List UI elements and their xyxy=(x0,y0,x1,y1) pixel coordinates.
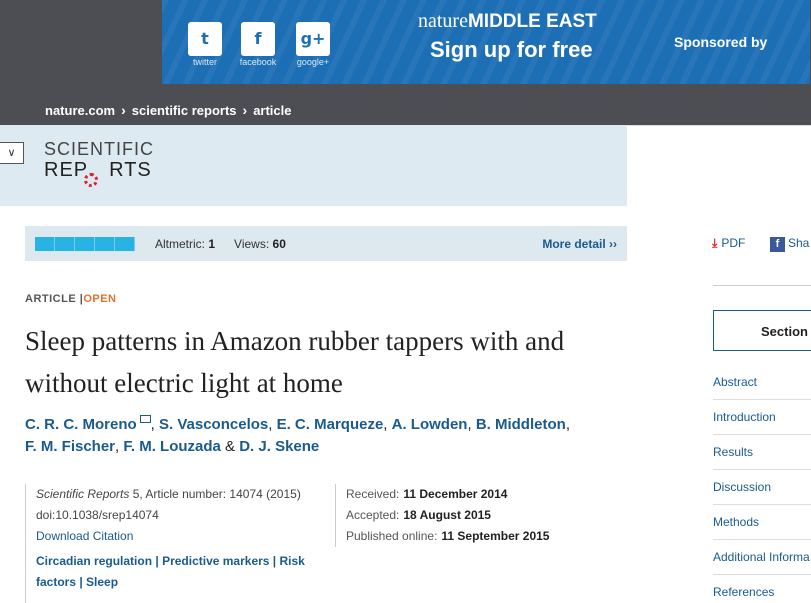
published-label: Published online: xyxy=(346,529,438,543)
share-facebook-link[interactable]: f Sha xyxy=(770,236,809,252)
ad-banner[interactable]: t twitter f facebook g+ google+ natureMI… xyxy=(162,0,810,84)
journal-logo-line1[interactable]: SCIENTIFIC xyxy=(44,139,154,160)
metrics-bar: Altmetric: 1 Views: 60 More detail ›› xyxy=(25,226,627,261)
section-link-discussion[interactable]: Discussion xyxy=(713,470,811,505)
gear-icon xyxy=(84,173,98,187)
ad-brand-logo: natureMIDDLE EAST xyxy=(418,10,597,33)
views-label: Views: xyxy=(234,236,270,251)
received-date: Received: 11 December 2014 xyxy=(346,484,625,505)
breadcrumb-separator: › xyxy=(242,102,248,118)
twitter-label: twitter xyxy=(192,57,217,67)
section-link-abstract[interactable]: Abstract xyxy=(713,365,811,400)
doi: doi:10.1038/srep14074 xyxy=(36,508,159,522)
sections-header: Section xyxy=(713,310,811,350)
ad-brand-region: MIDDLE EAST xyxy=(467,11,597,32)
facebook-icon[interactable]: f xyxy=(241,22,275,56)
open-access-badge: OPEN xyxy=(83,293,117,305)
article-dates: Received: 11 December 2014 Accepted: 18 Au… xyxy=(335,484,625,547)
section-link-references[interactable]: References xyxy=(713,575,811,603)
section-link-additional-information[interactable]: Additional Informa xyxy=(713,540,811,575)
journal-name: Scientific Reports xyxy=(36,487,130,501)
ad-signup-cta[interactable]: Sign up for free xyxy=(430,37,593,63)
author-link[interactable]: S. Vasconcelos xyxy=(159,416,268,433)
citation-info: Scientific Reports 5, Article number: 14… xyxy=(25,484,325,603)
altmetric-score: Altmetric: 1 xyxy=(155,237,215,251)
altmetric-badge-segment xyxy=(115,236,135,251)
author-link[interactable]: A. Lowden xyxy=(392,416,468,433)
article-type-label: ARTICLE |OPEN xyxy=(25,293,117,305)
google-plus-icon[interactable]: g+ xyxy=(296,22,330,56)
received-value: 11 December 2014 xyxy=(403,487,508,501)
altmetric-label: Altmetric: xyxy=(155,236,206,251)
pdf-download-link[interactable]: ⤓ PDF xyxy=(712,236,745,251)
sidebar-divider xyxy=(713,285,811,286)
facebook-icon: f xyxy=(770,237,785,252)
author-list: C. R. C. Moreno, S. Vasconcelos, E. C. M… xyxy=(25,415,570,455)
download-citation-link[interactable]: Download Citation xyxy=(36,526,325,547)
published-value: 11 September 2015 xyxy=(441,529,550,543)
pdf-icon: ⤓ xyxy=(712,236,718,250)
page: t twitter f facebook g+ google+ natureMI… xyxy=(0,0,811,603)
views-value: 60 xyxy=(272,236,286,251)
twitter-icon[interactable]: t xyxy=(188,22,222,56)
section-link-results[interactable]: Results xyxy=(713,435,811,470)
share-label: Sha xyxy=(788,236,810,250)
article-title: Sleep patterns in Amazon rubber tappers … xyxy=(25,326,565,398)
breadcrumb-article-link[interactable]: article xyxy=(253,103,291,118)
pdf-label: PDF xyxy=(721,236,746,250)
ad-sponsor-text: Sponsored by xyxy=(674,34,768,50)
published-date: Published online: 11 September 2015 xyxy=(346,526,625,547)
subject-tags: Circadian regulation | Predictive marker… xyxy=(36,554,305,589)
author-link[interactable]: F. M. Fischer xyxy=(25,438,115,455)
accepted-value: 18 August 2015 xyxy=(403,508,491,522)
google-plus-label: google+ xyxy=(296,57,330,67)
journal-citation: Scientific Reports 5, Article number: 14… xyxy=(36,484,325,505)
menu-toggle-button[interactable]: ∨ xyxy=(0,142,24,164)
author-link[interactable]: F. M. Louzada xyxy=(123,438,221,455)
breadcrumb: nature.com › scientific reports › articl… xyxy=(0,95,811,125)
altmetric-badge-segment xyxy=(35,236,55,251)
subject-link[interactable]: Predictive markers xyxy=(162,554,269,568)
author-link[interactable]: D. J. Skene xyxy=(239,438,319,455)
facebook-label: facebook xyxy=(239,57,277,67)
breadcrumb-scientific-reports-link[interactable]: scientific reports xyxy=(132,103,237,118)
journal-header: ∨ SCIENTIFIC REP RTS xyxy=(0,125,627,206)
header-divider xyxy=(627,125,811,126)
subject-link[interactable]: Sleep xyxy=(86,575,118,589)
subject-link[interactable]: Circadian regulation xyxy=(36,554,152,568)
sections-header-underline xyxy=(713,350,811,351)
author-link[interactable]: B. Middleton xyxy=(476,416,566,433)
altmetric-value: 1 xyxy=(208,236,216,251)
author-link[interactable]: E. C. Marqueze xyxy=(277,416,384,433)
breadcrumb-separator: › xyxy=(121,102,126,118)
sections-nav: Abstract Introduction Results Discussion… xyxy=(713,365,811,603)
accepted-date: Accepted: 18 August 2015 xyxy=(346,505,625,526)
ad-brand-nature: nature xyxy=(418,10,468,32)
breadcrumb-nature-link[interactable]: nature.com xyxy=(45,103,115,118)
altmetric-badge-segment xyxy=(95,236,115,251)
accepted-label: Accepted: xyxy=(346,508,400,522)
more-detail-link[interactable]: More detail ›› xyxy=(542,237,617,251)
section-link-introduction[interactable]: Introduction xyxy=(713,400,811,435)
altmetric-badge-segment xyxy=(75,236,95,251)
views-count: Views: 60 xyxy=(234,237,286,251)
author-link[interactable]: C. R. C. Moreno xyxy=(25,416,137,433)
altmetric-badge-segment xyxy=(55,236,75,251)
email-icon[interactable] xyxy=(139,415,151,423)
received-label: Received: xyxy=(346,487,400,501)
citation-details: 5, Article number: 14074 (2015) xyxy=(129,487,301,501)
article-type: ARTICLE xyxy=(25,293,77,305)
altmetric-badge[interactable] xyxy=(35,236,135,251)
section-link-methods[interactable]: Methods xyxy=(713,505,811,540)
